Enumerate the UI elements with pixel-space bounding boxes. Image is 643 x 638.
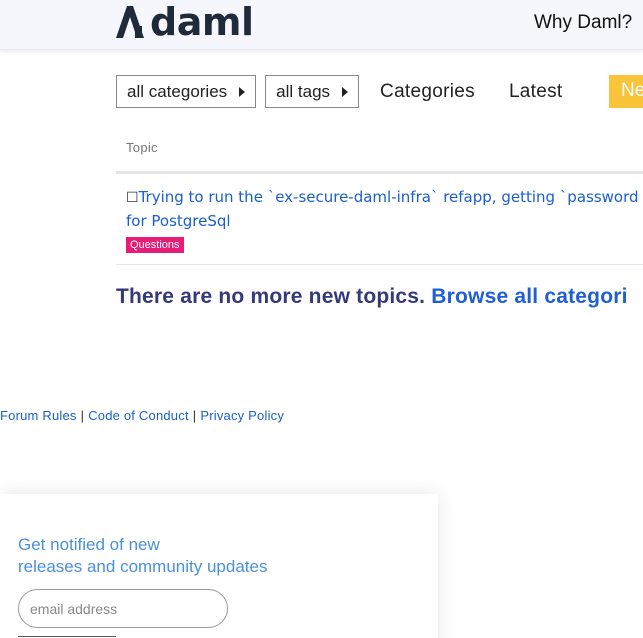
caret-right-icon [342,86,349,97]
newsletter-heading: Get notified of new releases and communi… [18,534,267,578]
footer-links: Forum Rules | Code of Conduct | Privacy Poli… [0,408,284,423]
caret-right-icon [239,86,246,97]
browse-categories-link[interactable]: Browse all categori [431,285,627,308]
nav-categories[interactable]: Categories [380,81,475,103]
divider [116,264,643,265]
categories-dropdown-label: all categories [127,81,228,101]
table-row: ☐Trying to run the `ex-secure-daml-infra… [126,186,643,253]
topic-title-link-cont[interactable]: for PostgreSql [126,210,643,233]
divider [116,171,643,174]
daml-logo-icon [116,6,144,38]
nav-why-daml[interactable]: Why Daml? [534,12,632,34]
empty-state-message: There are no more new topics. Browse all… [116,285,628,309]
topic-column-header: Topic [126,140,158,155]
newsletter-line1: Get notified of new [18,535,160,554]
topic-title-line2: for PostgreSql [126,212,231,230]
tags-dropdown-label: all tags [276,81,331,101]
nav-new[interactable]: Ne [609,75,643,108]
code-of-conduct-link[interactable]: Code of Conduct [88,408,189,423]
tags-dropdown[interactable]: all tags [265,75,360,108]
categories-dropdown[interactable]: all categories [116,75,257,108]
separator: | [80,408,85,423]
no-more-topics-text: There are no more new topics. [116,285,426,308]
separator: | [192,408,197,423]
daml-logo[interactable]: daml [116,0,254,44]
newsletter-panel: Get notified of new releases and communi… [0,494,438,638]
topic-title-link[interactable]: ☐Trying to run the `ex-secure-daml-infra… [126,186,643,210]
site-header: daml Why Daml? [0,0,643,50]
topic-title-line1: Trying to run the `ex-secure-daml-infra`… [138,188,643,206]
checkbox-icon[interactable]: ☐ [126,190,139,206]
category-badge[interactable]: Questions [126,237,184,253]
privacy-policy-link[interactable]: Privacy Policy [200,408,284,423]
brand-name: daml [150,0,254,44]
newsletter-line2: releases and community updates [18,557,268,576]
forum-rules-link[interactable]: Forum Rules [0,408,77,423]
email-field[interactable] [18,589,228,628]
nav-latest[interactable]: Latest [509,81,563,103]
filter-bar: all categories all tags Categories Lates… [116,75,585,108]
